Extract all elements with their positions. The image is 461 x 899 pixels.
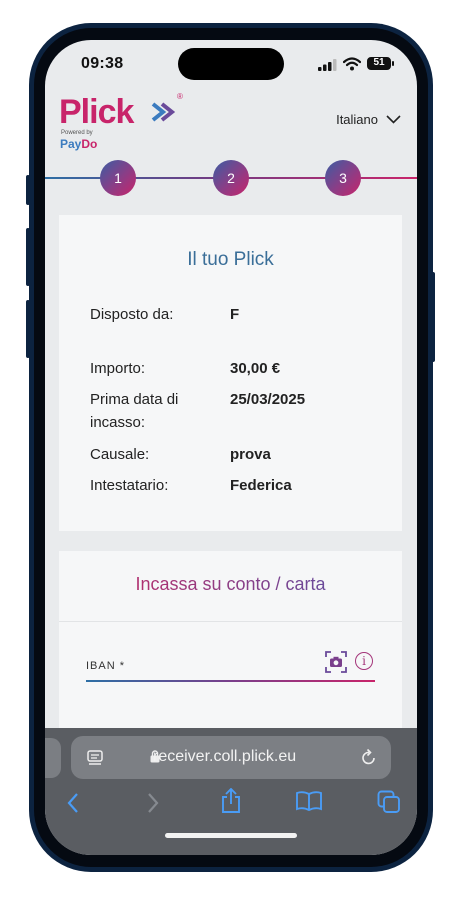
summary-label: Prima data di incasso: xyxy=(90,391,179,431)
plick-summary-card: Il tuo Plick Disposto da: F Importo: 30,… xyxy=(59,215,402,531)
dynamic-island xyxy=(178,48,284,80)
battery-icon: 51 xyxy=(367,57,394,70)
summary-value: prova xyxy=(230,446,271,463)
home-indicator xyxy=(165,833,297,838)
volume-down-button xyxy=(26,300,30,358)
summary-label: Intestatario: xyxy=(90,477,169,494)
chevron-down-icon xyxy=(386,115,401,124)
share-icon[interactable] xyxy=(220,788,242,814)
address-bar[interactable]: receiver.coll.plick.eu xyxy=(71,736,391,779)
summary-title: Il tuo Plick xyxy=(187,249,274,270)
plick-logo[interactable]: Plick ® Powered by PayDo xyxy=(59,92,183,151)
app-header: Plick ® Powered by PayDo Italiano xyxy=(45,90,417,151)
collect-title: Incassa su conto / carta xyxy=(135,574,326,594)
safari-bottom-bar: receiver.coll.plick.eu xyxy=(45,728,417,855)
status-time: 09:38 xyxy=(81,55,124,72)
summary-label: Disposto da: xyxy=(90,306,174,323)
iban-field-label: IBAN * xyxy=(86,660,126,672)
previous-tab[interactable] xyxy=(45,738,61,778)
scan-camera-icon[interactable] xyxy=(325,651,347,673)
summary-value: F xyxy=(230,306,240,323)
collect-card: Incassa su conto / carta IBAN * i xyxy=(59,551,402,741)
status-bar: 09:38 51 xyxy=(45,40,417,90)
browser-toolbar xyxy=(45,786,417,826)
wifi-icon xyxy=(343,57,361,71)
screen: 09:38 51 Plick ® Powered by PayDo Italia… xyxy=(45,40,417,855)
language-selector[interactable]: Italiano xyxy=(336,112,401,127)
powered-by-text: Powered by xyxy=(61,130,93,136)
step-2: 2 xyxy=(213,160,249,196)
summary-label: Importo: xyxy=(90,360,146,377)
language-label: Italiano xyxy=(336,112,378,127)
cellular-signal-icon xyxy=(318,59,337,71)
forward-icon[interactable] xyxy=(146,792,160,814)
registered-mark: ® xyxy=(177,92,183,101)
logo-wordmark: Plick xyxy=(59,93,134,131)
tabs-icon[interactable] xyxy=(377,790,401,814)
battery-level: 51 xyxy=(373,57,385,68)
volume-up-button xyxy=(26,228,30,286)
step-3: 3 xyxy=(325,160,361,196)
iban-input[interactable] xyxy=(86,680,375,682)
paydo-logo: PayDo xyxy=(60,137,98,151)
logo-chevron-icon xyxy=(151,102,175,122)
power-button xyxy=(431,272,435,362)
page-menu-icon[interactable] xyxy=(87,750,103,766)
info-icon[interactable]: i xyxy=(355,652,373,670)
bookmarks-icon[interactable] xyxy=(296,790,322,812)
summary-label: Causale: xyxy=(90,446,150,463)
url-text: receiver.coll.plick.eu xyxy=(153,748,297,765)
summary-value: Federica xyxy=(230,477,292,494)
progress-stepper: 1 2 3 xyxy=(45,158,417,198)
summary-value: 30,00 € xyxy=(230,360,281,377)
divider xyxy=(59,621,402,622)
summary-value: 25/03/2025 xyxy=(230,391,306,408)
mute-switch xyxy=(26,175,30,205)
step-1: 1 xyxy=(100,160,136,196)
back-icon[interactable] xyxy=(66,792,80,814)
reload-icon[interactable] xyxy=(361,748,377,766)
